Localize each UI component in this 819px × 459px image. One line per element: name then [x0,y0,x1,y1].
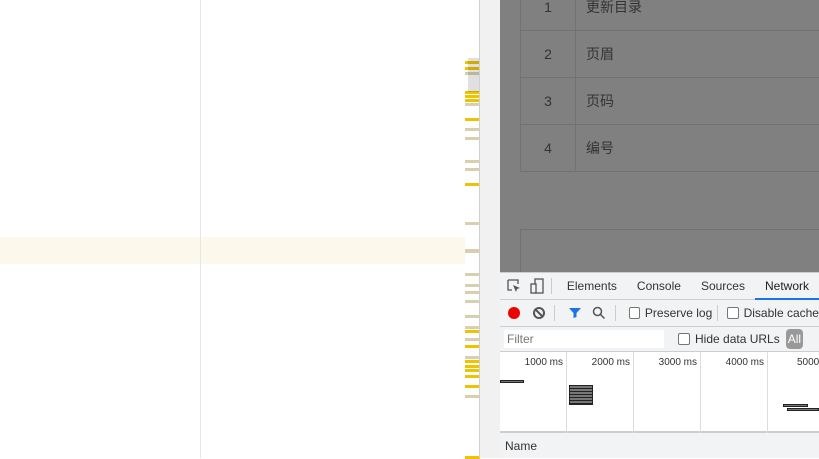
divider [717,305,718,321]
filter-all-button[interactable]: All [786,329,803,349]
timeline-label: 5000 ms [797,357,819,368]
filter-row: Hide data URLs All [500,327,819,352]
row-text: 更新目录 [576,0,819,31]
table-row: 3页码 [521,78,819,125]
preserve-log-checkbox[interactable] [629,307,640,319]
row-number: 2 [521,31,576,78]
tab-elements[interactable]: Elements [557,273,627,300]
tab-sources[interactable]: Sources [691,273,755,300]
table-row: 4编号 [521,125,819,172]
network-toolbar: Preserve log Disable cache [500,300,819,327]
divider [551,278,552,294]
editor-pane [0,0,480,458]
timeline-label: 1000 ms [525,357,563,368]
hide-data-urls-checkbox[interactable] [678,333,690,345]
preserve-log-label: Preserve log [645,306,712,320]
tab-network[interactable]: Network [755,273,819,300]
request-bar-group [569,385,593,405]
timeline-label: 2000 ms [592,357,630,368]
table-row: 1更新目录 [521,0,819,31]
row-text: 页眉 [576,31,819,78]
table-row: 2页眉 [521,31,819,78]
search-icon[interactable] [589,302,610,324]
filter-input[interactable] [504,330,664,348]
row-number: 1 [521,0,576,31]
network-overview[interactable]: 1000 ms 2000 ms 3000 ms 4000 ms 5000 ms [500,352,819,433]
timeline-label: 4000 ms [726,357,764,368]
divider [554,305,555,321]
device-toolbar-icon[interactable] [527,275,546,297]
disable-cache-label: Disable cache [744,306,819,320]
highlighted-line [0,237,465,264]
column-header-name[interactable]: Name [500,433,819,459]
request-bar [500,380,524,383]
row-number: 3 [521,78,576,125]
request-bar [783,404,808,407]
tab-console[interactable]: Console [627,273,691,300]
row-text: 编号 [576,125,819,172]
filter-icon[interactable] [564,302,585,324]
margin-guide [200,0,201,458]
record-icon[interactable] [504,302,525,324]
content-table: 1更新目录 2页眉 3页码 4编号 [520,0,819,172]
divider [615,305,616,321]
row-text: 页码 [576,78,819,125]
clear-icon[interactable] [529,302,550,324]
inspect-element-icon[interactable] [504,275,523,297]
devtools-tabbar: Elements Console Sources Network [500,273,819,300]
row-number: 4 [521,125,576,172]
pane-divider[interactable] [479,0,500,458]
devtools-panel: Elements Console Sources Network Preserv… [500,272,819,458]
disable-cache-checkbox[interactable] [727,307,738,319]
request-bar [787,408,819,411]
hide-data-urls-label: Hide data URLs [695,332,780,346]
timeline-label: 3000 ms [659,357,697,368]
